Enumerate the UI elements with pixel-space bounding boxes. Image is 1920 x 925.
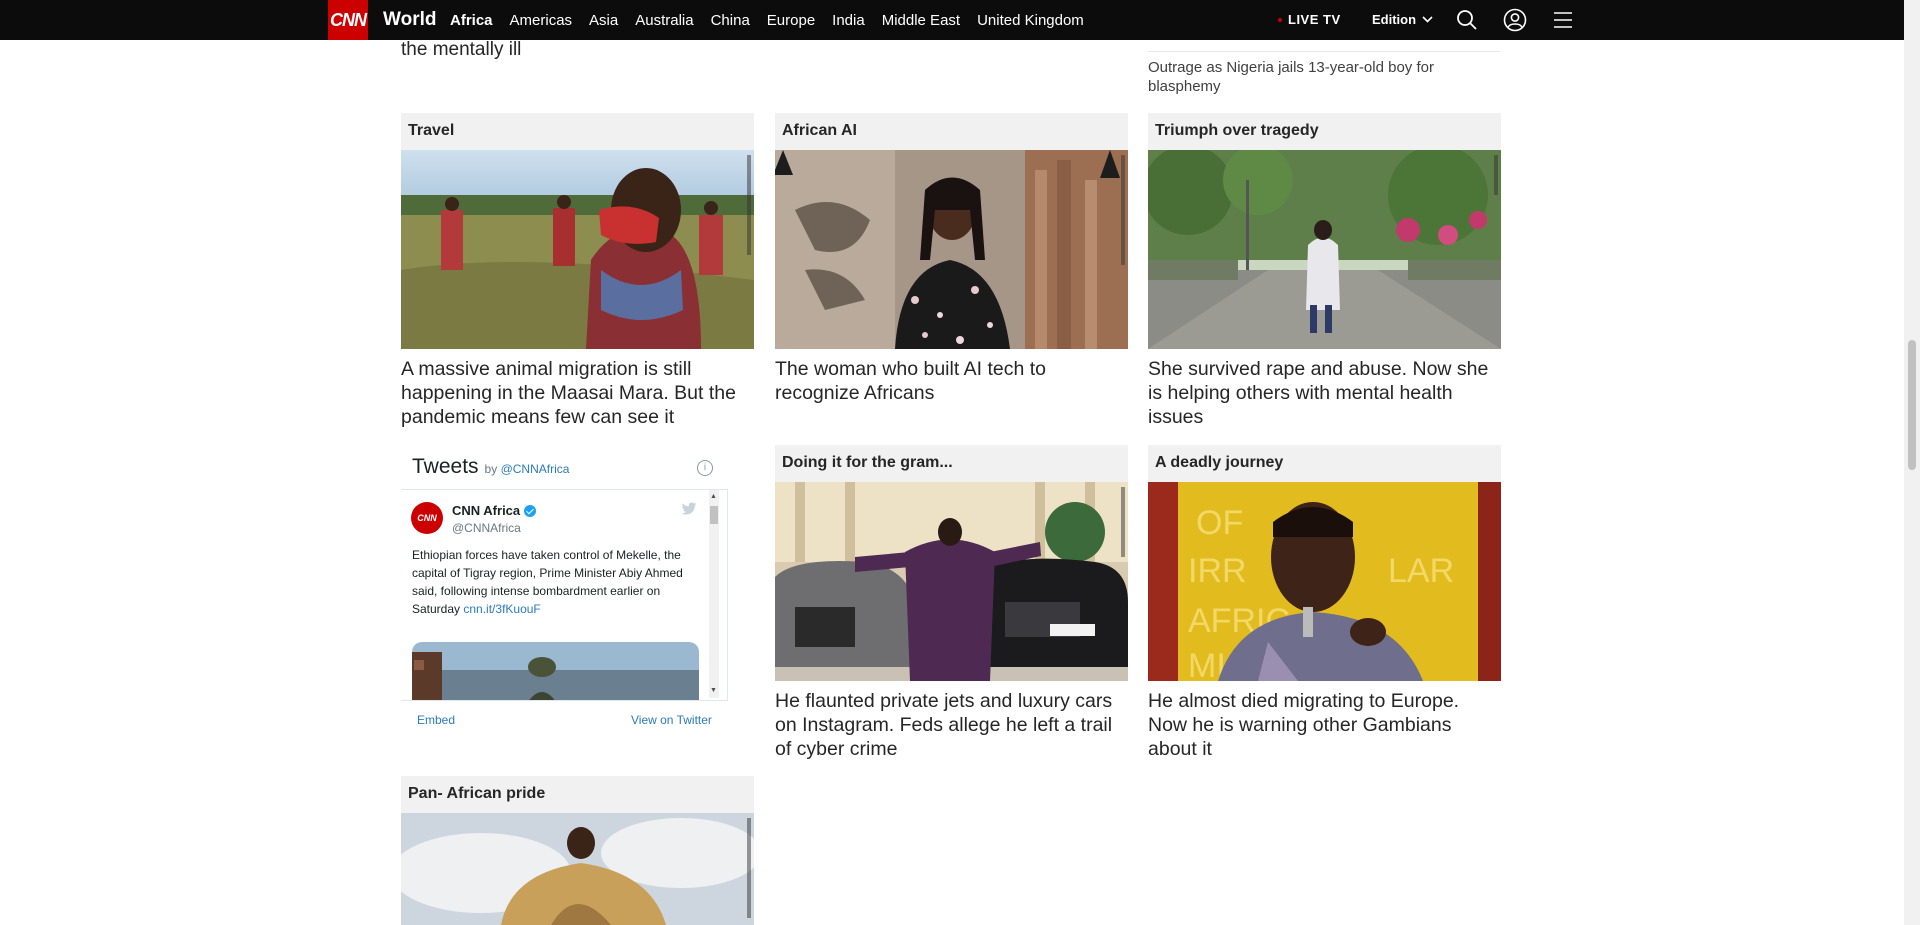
- search-icon[interactable]: [1455, 8, 1479, 32]
- card-doing-it-for-the-gram[interactable]: Doing it for the gram... He flaunted pri…: [775, 445, 1128, 761]
- card-headline[interactable]: A massive animal migration is still happ…: [401, 357, 754, 429]
- live-tv-label: LIVE TV: [1288, 12, 1341, 27]
- live-dot-icon: [1278, 17, 1282, 22]
- cutoff-headline-text: the mentally ill: [401, 39, 522, 60]
- nav-link-americas[interactable]: Americas: [510, 12, 573, 29]
- tweet-feed-scrollbar[interactable]: ▲ ▼: [709, 490, 719, 698]
- page-scrollbar-thumb[interactable]: [1908, 340, 1916, 470]
- section-title[interactable]: World: [383, 9, 436, 31]
- view-on-twitter-link[interactable]: View on Twitter: [631, 713, 712, 727]
- tweet-link[interactable]: cnn.it/3fKuouF: [463, 602, 540, 616]
- tweets-header: Tweets by @CNNAfrica: [412, 455, 569, 479]
- card-label: Triumph over tragedy: [1148, 113, 1501, 150]
- verified-icon: [524, 504, 537, 517]
- svg-text:IRR: IRR: [1188, 552, 1247, 590]
- pan-african-image[interactable]: [401, 813, 754, 925]
- tweets-by: by @CNNAfrica: [485, 462, 570, 476]
- card-travel[interactable]: Travel A massive animal migration is sti…: [401, 113, 754, 429]
- card-headline[interactable]: She survived rape and abuse. Now she is …: [1148, 357, 1501, 429]
- chevron-down-icon: [1422, 16, 1433, 23]
- divider: [1148, 51, 1500, 52]
- card-headline[interactable]: He flaunted private jets and luxury cars…: [775, 689, 1128, 761]
- nav-link-europe[interactable]: Europe: [767, 12, 815, 29]
- tweet-account-name-label: CNN Africa: [452, 503, 521, 518]
- twitter-bird-icon[interactable]: [681, 502, 697, 516]
- tweet-media-image[interactable]: [412, 642, 699, 700]
- card-headline[interactable]: The woman who built AI tech to recognize…: [775, 357, 1128, 405]
- card-a-deadly-journey[interactable]: A deadly journey OF IRR LAR AFRIC MIG He…: [1148, 445, 1501, 761]
- nigeria-story-link[interactable]: Outrage as Nigeria jails 13-year-old boy…: [1148, 58, 1468, 96]
- card-headline[interactable]: He almost died migrating to Europe. Now …: [1148, 689, 1501, 761]
- tweet-account-name[interactable]: CNN Africa: [452, 503, 537, 518]
- tweet-text: Ethiopian forces have taken control of M…: [412, 546, 687, 618]
- maasai-image[interactable]: [401, 150, 754, 349]
- avatar[interactable]: CNN: [411, 502, 443, 534]
- info-icon[interactable]: i: [697, 460, 713, 476]
- nav-link-united-kingdom[interactable]: United Kingdom: [977, 12, 1084, 29]
- card-label: Pan- African pride: [401, 776, 754, 813]
- nav-links: Africa Americas Asia Australia China Eur…: [450, 0, 1101, 40]
- nav-link-africa[interactable]: Africa: [450, 12, 493, 29]
- menu-icon[interactable]: [1551, 8, 1575, 32]
- nav-link-china[interactable]: China: [711, 12, 750, 29]
- live-tv-button[interactable]: LIVE TV: [1278, 12, 1341, 27]
- top-nav: CNN World Africa Americas Asia Australia…: [0, 0, 1904, 40]
- nav-link-india[interactable]: India: [832, 12, 865, 29]
- edition-label: Edition: [1372, 12, 1417, 27]
- tweet-feed-scroll-thumb[interactable]: [710, 506, 718, 524]
- tweets-handle-link[interactable]: @CNNAfrica: [501, 462, 570, 476]
- card-label: Travel: [401, 113, 754, 150]
- nav-link-asia[interactable]: Asia: [589, 12, 618, 29]
- account-icon[interactable]: [1503, 8, 1527, 32]
- card-triumph-over-tragedy[interactable]: Triumph over tragedy She survived rape a…: [1148, 113, 1501, 429]
- street-woman-image[interactable]: [1148, 150, 1501, 349]
- svg-text:LAR: LAR: [1388, 552, 1454, 590]
- tweet-feed[interactable]: CNN CNN Africa @CNNAfrica Ethiopian forc…: [401, 489, 728, 701]
- tweet-body: Ethiopian forces have taken control of M…: [412, 548, 683, 616]
- card-african-ai[interactable]: African AI The woman who built AI tech t…: [775, 113, 1128, 405]
- scroll-up-arrow-icon[interactable]: ▲: [710, 493, 717, 500]
- ai-woman-image[interactable]: [775, 150, 1128, 349]
- twitter-timeline-widget: Tweets by @CNNAfrica i CNN CNN Africa @C…: [401, 445, 729, 742]
- card-label: A deadly journey: [1148, 445, 1501, 482]
- page-scrollbar[interactable]: [1904, 0, 1920, 925]
- edition-dropdown[interactable]: Edition: [1372, 12, 1433, 27]
- cnn-logo[interactable]: CNN: [328, 0, 368, 40]
- tweet-account-handle[interactable]: @CNNAfrica: [452, 521, 521, 535]
- embed-link[interactable]: Embed: [417, 713, 455, 727]
- card-pan-african-pride[interactable]: Pan- African pride: [401, 776, 754, 925]
- nav-link-australia[interactable]: Australia: [635, 12, 693, 29]
- svg-text:OF: OF: [1196, 504, 1243, 542]
- card-label: Doing it for the gram...: [775, 445, 1128, 482]
- card-label: African AI: [775, 113, 1128, 150]
- scroll-down-arrow-icon[interactable]: ▼: [710, 687, 717, 694]
- nav-link-middle-east[interactable]: Middle East: [882, 12, 960, 29]
- tweets-by-label: by: [484, 462, 498, 476]
- migrant-man-image[interactable]: OF IRR LAR AFRIC MIG: [1148, 482, 1501, 681]
- luxury-cars-image[interactable]: [775, 482, 1128, 681]
- tweets-title: Tweets: [412, 455, 479, 478]
